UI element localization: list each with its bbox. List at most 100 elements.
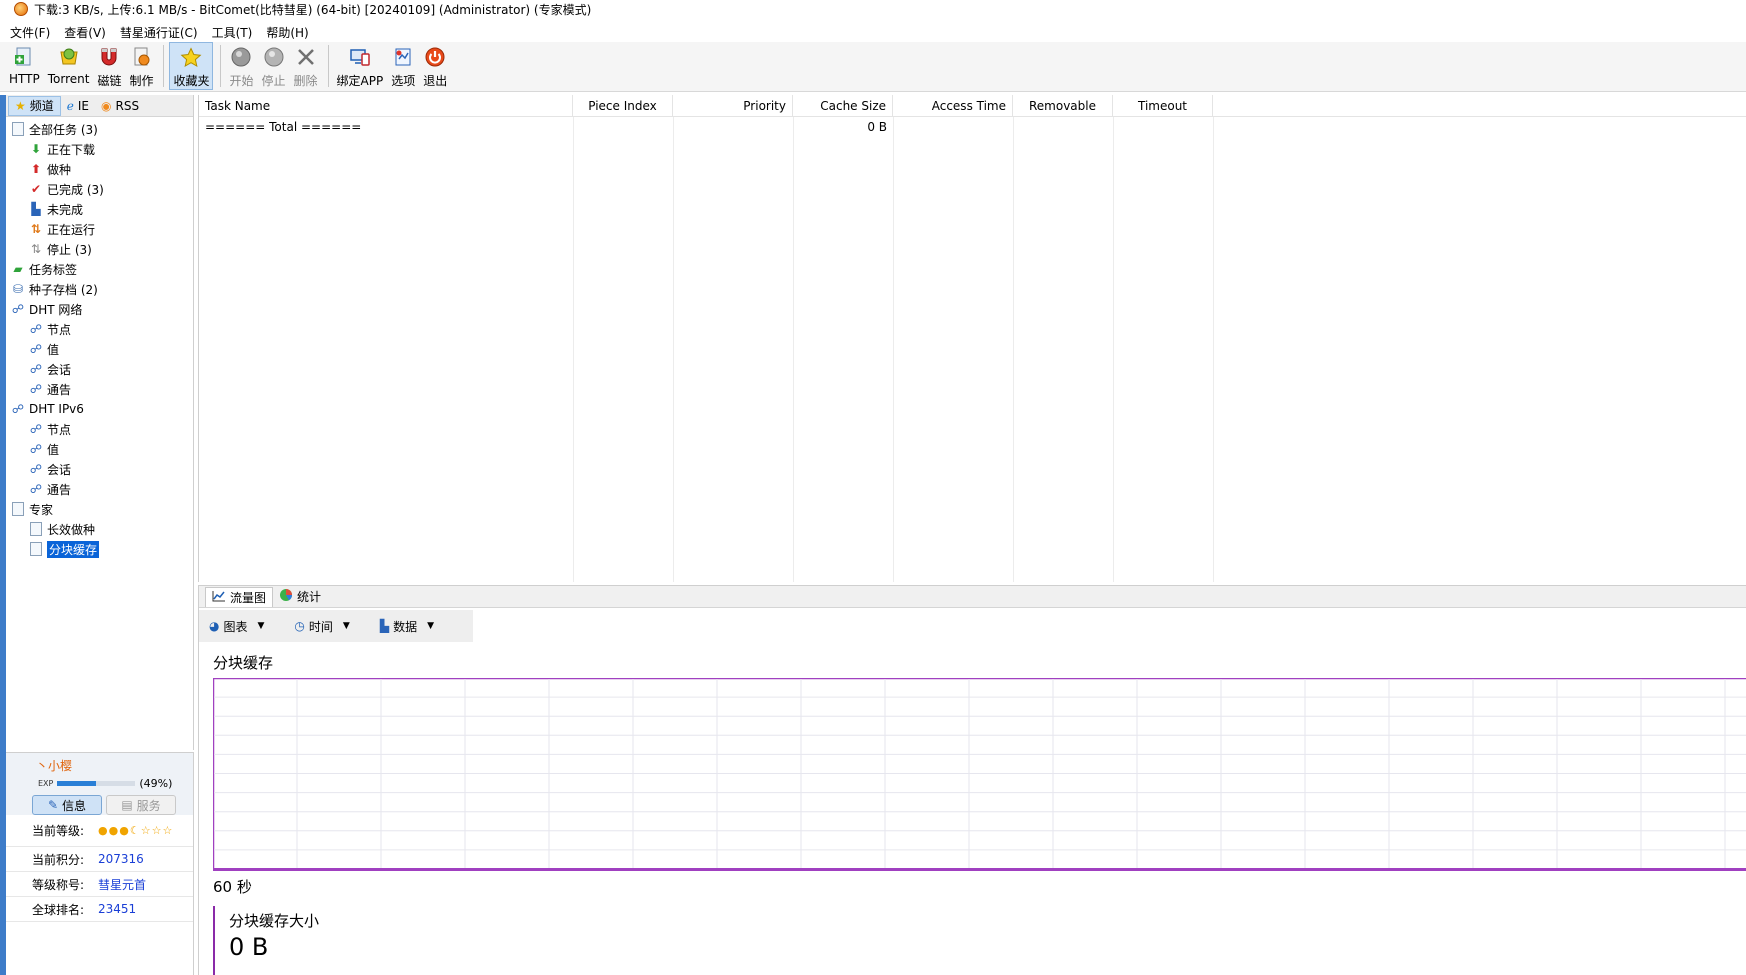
- doc-icon: [28, 521, 44, 537]
- col-access-time[interactable]: Access Time: [893, 95, 1013, 116]
- bind-app-button[interactable]: 绑定APP: [334, 42, 387, 90]
- menu-tools[interactable]: 工具(T): [212, 24, 253, 41]
- info-icon: ✎: [47, 798, 59, 812]
- col-removable[interactable]: Removable: [1013, 95, 1113, 116]
- star-badge-icon: ☆: [162, 823, 173, 837]
- tab-traffic-graph[interactable]: 流量图: [205, 586, 274, 607]
- tree-item[interactable]: ☍ DHT 网络: [6, 299, 193, 319]
- tree-item[interactable]: 长效做种: [6, 519, 193, 539]
- chart-toolbar: ◕ 图表 ▼ ◷ 时间 ▼ ▙ 数据 ▼: [199, 610, 473, 642]
- torrent-file-icon: [57, 45, 81, 69]
- level-badges: ● ● ● ☾ ☆ ☆ ☆: [98, 823, 182, 837]
- bitcomet-app-icon: [14, 2, 28, 16]
- network-icon: ☍: [29, 322, 43, 336]
- tree-item[interactable]: ⛁ 种子存档 (2): [6, 279, 193, 299]
- tree-item-label: 停止 (3): [47, 242, 92, 257]
- chart-frame: [213, 678, 1746, 871]
- star-badge-icon: ☆: [151, 823, 162, 837]
- col-cache-size[interactable]: Cache Size: [793, 95, 893, 116]
- make-torrent-icon: [129, 45, 153, 69]
- tree-item[interactable]: ☍ 通告: [6, 379, 193, 399]
- points-row: 当前积分: 207316: [6, 847, 193, 872]
- table-row[interactable]: ====== Total ====== 0 B: [199, 117, 1746, 137]
- menu-comet-pass[interactable]: 彗星通行证(C): [120, 24, 198, 41]
- tree-item[interactable]: ☍ 会话: [6, 359, 193, 379]
- toolbar-separator: [327, 45, 329, 87]
- tree-item[interactable]: ☍ 值: [6, 339, 193, 359]
- chart-x-label: 60 秒: [213, 878, 252, 896]
- running-icon: ⇅: [30, 222, 42, 236]
- tree-item[interactable]: 分块缓存: [6, 539, 193, 559]
- stopped-icon: ⇅: [30, 242, 42, 256]
- tree-item[interactable]: ☍ 会话: [6, 459, 193, 479]
- favorites-button[interactable]: 收藏夹: [169, 42, 214, 90]
- tab-statistics[interactable]: 统计: [273, 587, 327, 607]
- info-button[interactable]: ✎ 信息: [32, 795, 102, 815]
- tree-item[interactable]: ✔ 已完成 (3): [6, 179, 193, 199]
- tree-item-label: 做种: [47, 162, 72, 177]
- menu-view[interactable]: 查看(V): [64, 24, 106, 41]
- doc-icon: [28, 541, 44, 557]
- tree-item[interactable]: 全部任务 (3): [6, 119, 193, 139]
- check-icon: ✔: [30, 182, 42, 196]
- points-value: 207316: [98, 852, 144, 866]
- bottom-panel: 流量图 统计 ◕ 图表 ▼ ◷ 时间 ▼ ▙ 数据 ▼ 分块缓存 60 秒 分块…: [198, 585, 1746, 975]
- stop-button[interactable]: 停止: [259, 42, 289, 90]
- tree-item[interactable]: ☍ 值: [6, 439, 193, 459]
- tree-item[interactable]: ☍ 节点: [6, 319, 193, 339]
- menu-file[interactable]: 文件(F): [10, 24, 50, 41]
- tree-item[interactable]: ⬇ 正在下载: [6, 139, 193, 159]
- col-priority[interactable]: Priority: [673, 95, 793, 116]
- tree-item-label: 正在运行: [47, 222, 96, 237]
- chart-type-dropdown[interactable]: ◕ 图表 ▼: [209, 618, 264, 635]
- line-chart-icon: [212, 590, 226, 605]
- exit-button[interactable]: 退出: [420, 42, 450, 90]
- tree-item-label: 全部任务 (3): [29, 122, 98, 137]
- menu-help[interactable]: 帮助(H): [266, 24, 308, 41]
- col-timeout[interactable]: Timeout: [1113, 95, 1213, 116]
- service-button[interactable]: ▤ 服务: [106, 795, 176, 815]
- tree-item[interactable]: 专家: [6, 499, 193, 519]
- tree-item[interactable]: ☍ 节点: [6, 419, 193, 439]
- user-buttons: ✎ 信息 ▤ 服务: [12, 795, 187, 815]
- options-button[interactable]: 选项: [388, 42, 418, 90]
- statistics-icon: [279, 588, 293, 605]
- doc-icon: [10, 501, 26, 517]
- tree-item[interactable]: ☍ DHT IPv6: [6, 399, 193, 419]
- window-title: 下载:3 KB/s, 上传:6.1 MB/s - BitComet(比特彗星) …: [34, 2, 592, 17]
- tree-item-label: 值: [47, 342, 60, 357]
- magnet-button[interactable]: 磁链: [94, 42, 124, 90]
- tree-item-label: 分块缓存: [47, 540, 100, 558]
- data-dropdown[interactable]: ▙ 数据 ▼: [380, 618, 434, 635]
- tab-channel[interactable]: ★ 频道: [8, 95, 61, 116]
- make-torrent-button[interactable]: 制作: [126, 42, 156, 90]
- delete-button[interactable]: 删除: [291, 42, 321, 90]
- tree-item[interactable]: ⇅ 停止 (3): [6, 239, 193, 259]
- star-icon: [179, 46, 203, 69]
- col-piece-index[interactable]: Piece Index: [573, 95, 673, 116]
- user-header: 丶小樱 EXP (49%) ✎ 信息 ▤ 服务: [6, 753, 193, 815]
- toolbar-separator: [163, 45, 165, 87]
- tree-item[interactable]: ▰ 任务标签: [6, 259, 193, 279]
- network-icon: ☍: [29, 422, 43, 436]
- title-value: 彗星元首: [98, 877, 147, 892]
- tab-ie[interactable]: ℯ IE: [61, 96, 95, 116]
- tree-item-label: 专家: [29, 502, 54, 517]
- tree-item[interactable]: ☍ 通告: [6, 479, 193, 499]
- time-dropdown[interactable]: ◷ 时间 ▼: [294, 618, 349, 635]
- start-button[interactable]: 开始: [226, 42, 256, 90]
- rank-value: 23451: [98, 902, 137, 916]
- http-button[interactable]: HTTP: [6, 42, 43, 90]
- col-task-name[interactable]: Task Name: [199, 95, 573, 116]
- tree-item-label: DHT 网络: [29, 302, 83, 317]
- tree-item[interactable]: ⇅ 正在运行: [6, 219, 193, 239]
- torrent-button[interactable]: Torrent: [45, 42, 93, 90]
- network-icon: ☍: [11, 402, 25, 416]
- tree-item[interactable]: ⬆ 做种: [6, 159, 193, 179]
- cache-size-summary: 分块缓存大小 0 B: [213, 906, 613, 975]
- category-tree: 全部任务 (3) ⬇ 正在下载 ⬆ 做种 ✔ 已完成 (3) ▙ 未完成 ⇅ 正在运行 ⇅ 停止 (3)…: [6, 117, 193, 559]
- stop-circle-icon: [262, 45, 286, 69]
- magnet-icon: [97, 45, 121, 69]
- tab-rss[interactable]: ◉ RSS: [95, 96, 145, 116]
- tree-item[interactable]: ▙ 未完成: [6, 199, 193, 219]
